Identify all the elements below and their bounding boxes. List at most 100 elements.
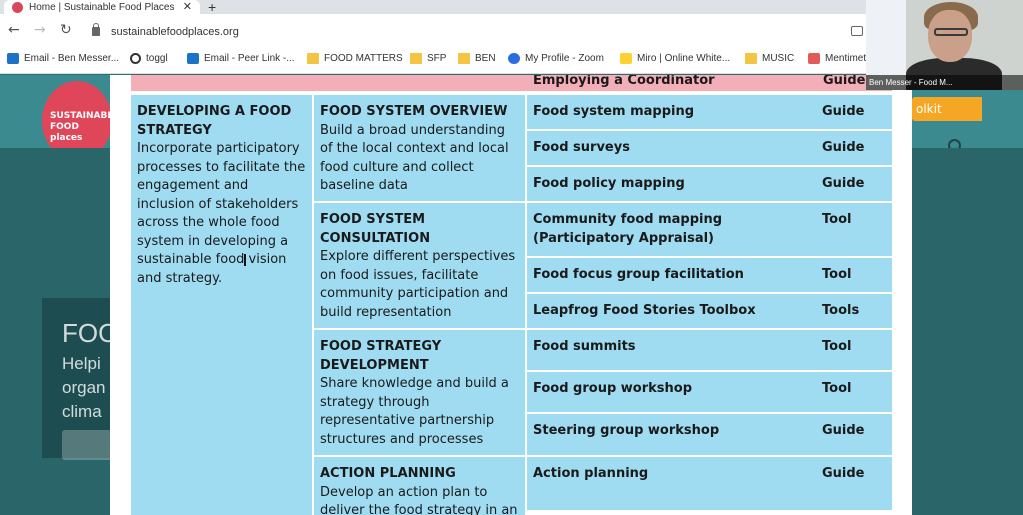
webcam-window [866,0,906,75]
toolkit-table: DEVELOPING A FOOD STRATEGY Incorporate p… [131,95,892,515]
resource-link[interactable]: Food focus group facilitation [533,266,813,285]
resource-row[interactable]: Action planning Guide [527,457,892,510]
folder-icon [458,53,470,64]
text-cursor [244,254,246,266]
resource-link[interactable]: Employing a Coordinator [533,75,715,91]
resource-link[interactable]: Steering group workshop [533,422,813,441]
bookmark-label: Email - Peer Link -... [204,53,295,64]
bookmark-item[interactable]: My Profile - Zoom [508,53,604,64]
resource-row[interactable]: Food summits Tool [527,330,892,370]
resource-link[interactable]: Food group workshop [533,380,813,399]
video-call-thumbnail[interactable]: Ben Messer - Food M... [866,0,1023,90]
tab-title: Home | Sustainable Food Places [29,1,175,13]
resource-row[interactable]: Community food mapping (Participatory Ap… [527,203,892,256]
resource-type: Guide [822,423,865,438]
reload-button[interactable]: ↻ [60,22,72,38]
logo-text: SUSTAINABLE FOOD places [50,111,120,143]
close-tab-icon[interactable]: ✕ [183,0,192,14]
resource-link[interactable]: Food summits [533,338,813,357]
webcam-person-head [928,10,972,62]
bookmark-item[interactable]: Email - Peer Link -... [187,53,295,64]
toolkit-modal: Employing a Coordinator Guide DEVELOPING… [110,75,912,515]
back-button[interactable]: ← [8,22,20,38]
folder-icon [307,53,319,64]
bookmark-label: Miro | Online White... [637,53,731,64]
table-row: Employing a Coordinator Guide [131,75,892,93]
hero-find-button[interactable]: Find o [62,430,112,460]
bookmark-item[interactable]: BEN [458,53,496,64]
category-title: DEVELOPING A FOOD STRATEGY [137,104,292,138]
forward-button[interactable]: → [34,22,46,38]
theme-title: FOOD SYSTEM CONSULTATION [320,212,431,246]
theme-cell: ACTION PLANNING Develop an action plan t… [314,457,525,515]
bookmark-label: Email - Ben Messer... [24,53,120,64]
theme-title: ACTION PLANNING [320,466,456,481]
bookmark-label: My Profile - Zoom [525,53,604,64]
theme-description: Develop an action plan to deliver the fo… [320,484,518,515]
bookmark-label: FOOD MATTERS [324,53,403,64]
theme-description: Explore different perspectives on food i… [320,249,516,320]
toolkit-button[interactable]: olkit [912,97,982,121]
bookmark-item[interactable]: Email - Ben Messer... [7,53,119,64]
resource-row[interactable]: Food policy mapping Guide [527,167,892,201]
hero-text: organ [62,378,106,397]
lock-icon[interactable] [92,23,100,36]
resource-row[interactable]: Food surveys Guide [527,131,892,165]
outlook-icon [187,53,199,64]
web-page: SUSTAINABLE FOOD places olkit FOO Helpi … [0,75,1023,515]
resource-type: Guide [822,466,865,481]
browser-tab[interactable]: Home | Sustainable Food Places ✕ [4,0,200,14]
share-icon[interactable] [851,26,863,36]
bookmark-item[interactable]: Miro | Online White... [620,53,730,64]
resource-link[interactable]: Food surveys [533,139,813,158]
participant-name: Ben Messer - Food M... [866,75,1023,90]
resource-link[interactable]: Action planning [533,465,813,484]
hero-find-label: Find o [72,438,105,451]
resource-row[interactable]: Food system mapping Guide [527,95,892,129]
miro-icon [620,53,632,64]
theme-cell: FOOD STRATEGY DEVELOPMENT Share knowledg… [314,330,525,455]
theme-description: Share knowledge and build a strategy thr… [320,376,509,447]
bookmark-item[interactable]: toggl [130,53,168,64]
theme-cell: FOOD SYSTEM CONSULTATION Explore differe… [314,203,525,328]
resource-type: Guide [822,140,865,155]
hero-text: Helpi [62,354,101,373]
resource-type: Tool [822,212,852,227]
theme-title: FOOD STRATEGY DEVELOPMENT [320,339,442,373]
bookmark-label: Mentimet [825,53,867,64]
outlook-icon [7,53,19,64]
resource-link[interactable]: Community food mapping (Participatory Ap… [533,211,813,248]
category-cell: DEVELOPING A FOOD STRATEGY Incorporate p… [131,95,312,515]
resource-type: Guide [822,104,865,119]
resource-link[interactable]: Food system mapping [533,103,813,122]
resource-type: Tool [822,339,852,354]
bookmark-item[interactable]: MUSIC [745,53,794,64]
theme-cell: FOOD SYSTEM OVERVIEW Build a broad under… [314,95,525,201]
category-description: Incorporate participatory processes to f… [137,141,306,286]
resource-type: Guide [823,75,866,88]
resource-row[interactable]: Food group workshop Tool [527,372,892,412]
resource-link[interactable]: Food policy mapping [533,175,813,194]
mentimeter-icon [808,53,820,64]
bookmark-item[interactable]: Mentimet [808,53,866,64]
resource-row[interactable]: Steering group workshop Guide [527,414,892,455]
bookmark-label: toggl [146,53,168,64]
resource-type: Tools [822,303,860,318]
resource-row[interactable]: Leapfrog Food Stories Toolbox Tools [527,294,892,328]
resource-type: Guide [822,176,865,191]
theme-title: FOOD SYSTEM OVERVIEW [320,104,508,119]
bookmark-item[interactable]: SFP [410,53,446,64]
webcam-glasses [934,28,968,36]
folder-icon [745,53,757,64]
resource-type: Tool [822,381,852,396]
address-bar[interactable]: sustainablefoodplaces.org [111,26,239,38]
bookmark-label: SFP [427,53,447,64]
toggl-icon [130,53,141,64]
theme-description: Build a broad understanding of the local… [320,122,509,194]
resource-row[interactable]: Food focus group facilitation Tool [527,258,892,292]
bookmark-label: BEN [475,53,496,64]
bookmark-item[interactable]: FOOD MATTERS [307,53,403,64]
new-tab-button[interactable]: + [208,0,216,15]
site-favicon-icon [12,1,23,13]
resource-link[interactable]: Leapfrog Food Stories Toolbox [533,302,813,321]
